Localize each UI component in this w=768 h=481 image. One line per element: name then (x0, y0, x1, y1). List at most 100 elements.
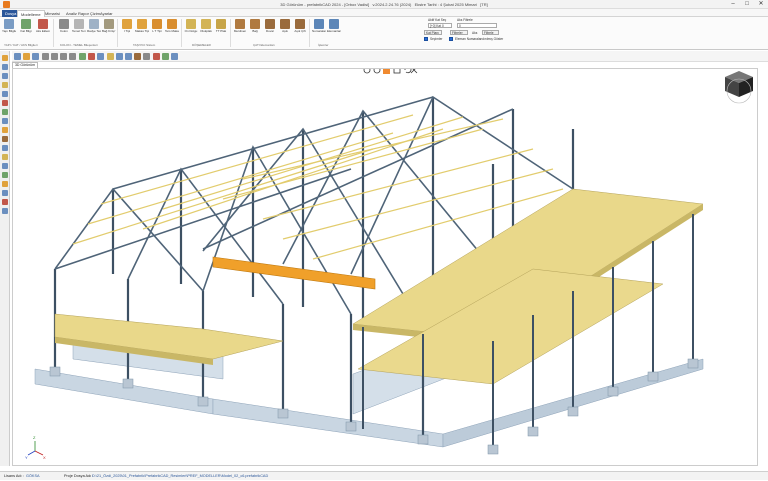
label-visibility-icon[interactable] (171, 53, 178, 60)
stair-tool-icon[interactable] (2, 145, 8, 151)
text-tool-icon[interactable] (2, 181, 8, 187)
close-button[interactable]: ✕ (754, 0, 768, 9)
ribbon-btn-i-tipi[interactable]: I Tipi (120, 19, 134, 39)
measure-tool-icon[interactable] (2, 163, 8, 169)
truss-tool-icon[interactable] (2, 91, 8, 97)
selected-checkbox[interactable] (424, 37, 428, 41)
select-tool-icon[interactable] (2, 55, 8, 61)
building-icon (4, 19, 14, 29)
group-separator (117, 19, 118, 47)
slab-visibility-icon[interactable] (107, 53, 114, 60)
ribbon-btn-olukplak[interactable]: Olukplak (199, 19, 213, 39)
section-tool-icon[interactable] (2, 199, 8, 205)
ribbon-btn-yapi-bilgileri[interactable]: Yapı Bilgileri (2, 19, 16, 39)
group-label-tasiyici: TAŞIYICI Sistem (133, 43, 156, 47)
new-icon[interactable] (14, 53, 21, 60)
beam-visibility-icon[interactable] (125, 53, 132, 60)
zoom-in-icon[interactable] (363, 69, 371, 74)
group-label-yapi: YAPI / KAT / AKS Bilgileri (4, 43, 38, 47)
ribbon-btn-elemanlari-degistir[interactable]: Elemanları Değiştir (327, 19, 341, 39)
zoom-out-icon[interactable] (373, 69, 381, 74)
filters-button[interactable]: Filtreler (450, 30, 468, 35)
ribbon-btn-bag-kirisi[interactable]: Bağ Kirişi Temeli (102, 19, 116, 39)
floor-select[interactable]: [+0] Kat 0 (428, 23, 452, 28)
ribbon-btn-makas-tipi[interactable]: Makas Tipi (135, 19, 149, 39)
floor-plan-button[interactable]: Kat Planı (424, 30, 442, 35)
floor-select-label: Aktif Kat Seç (428, 18, 447, 22)
tie-icon (250, 19, 260, 29)
selected-checkbox-label: Seçimler (430, 37, 443, 41)
render-icon[interactable] (79, 53, 86, 60)
axis-indicator: Z X Y (25, 435, 46, 460)
infill-icon (186, 19, 196, 29)
tab-ayarlar[interactable]: Ayarlar (97, 10, 116, 17)
edit-tool-icon[interactable] (2, 127, 8, 133)
tab-mimarisi[interactable]: Mimarisi (42, 10, 63, 17)
view-side-icon[interactable] (51, 53, 58, 60)
shaded-icon[interactable] (97, 53, 104, 60)
structure-3d-model[interactable]: Z X Y (13, 69, 758, 466)
ribbon-btn-asik-cift[interactable]: Aşık Çift (293, 19, 307, 39)
layer-tool-icon[interactable] (2, 208, 8, 214)
viewport-3d[interactable]: Z X Y (12, 68, 758, 466)
license-info: Ekstre Tarihi : 4 Şubat 2025 Mimari (414, 2, 477, 7)
panel-tool-icon[interactable] (2, 154, 8, 160)
ribbon-btn-on-dolgu[interactable]: Ön Dolgu (184, 19, 198, 39)
ribbon-btn-radye[interactable]: Radye Temeli (87, 19, 101, 39)
minimize-button[interactable]: – (726, 0, 740, 9)
zoom-extents-icon[interactable] (393, 69, 401, 74)
ribbon-btn-lt-tipi[interactable]: L T Tipi (150, 19, 164, 39)
dimension-visibility-icon[interactable] (153, 53, 160, 60)
zoom-window-icon[interactable] (383, 69, 390, 74)
ribbon: Yapı Bilgileri Kat Bilgi Aks Ekleme Kolo… (0, 17, 768, 50)
purlin-double-icon (295, 19, 305, 29)
column-visibility-icon[interactable] (116, 53, 123, 60)
wall-tool-icon[interactable] (2, 136, 8, 142)
ribbon-btn-kat-bilgi[interactable]: Kat Bilgi (19, 19, 33, 39)
status-bar: Lisans Adı : GÖKSA Proje Dosya Adı : D:\… (0, 471, 768, 480)
left-toolbar (0, 51, 10, 466)
raft-icon (89, 19, 99, 29)
numbered-checkbox-label: Eleman Numaralandırılmış Göster (455, 37, 504, 41)
fullscreen-icon[interactable] (410, 69, 418, 74)
ribbon-btn-duvar[interactable]: Duvar (263, 19, 277, 39)
axis-x-label: X (43, 455, 46, 460)
move-tool-icon[interactable] (2, 118, 8, 124)
wireframe-icon[interactable] (88, 53, 95, 60)
numbered-checkbox[interactable] (449, 37, 453, 41)
ribbon-btn-kolon[interactable]: Kolon (57, 19, 71, 39)
axis-visibility-icon[interactable] (162, 53, 169, 60)
column-tool-icon[interactable] (2, 64, 8, 70)
group-label-cati: ÇATI Elemanları (253, 43, 275, 47)
foundation-visibility-icon[interactable] (143, 53, 150, 60)
slab-tool-icon[interactable] (2, 82, 8, 88)
view-iso-icon[interactable] (69, 53, 76, 60)
beam-tool-icon[interactable] (2, 73, 8, 79)
axis-button[interactable]: Aks (472, 31, 477, 35)
grid-tool-icon[interactable] (2, 190, 8, 196)
open-icon[interactable] (23, 53, 30, 60)
ribbon-btn-tt-plak[interactable]: TT Plak (214, 19, 228, 39)
copy-tool-icon[interactable] (2, 109, 8, 115)
ribbon-btn-numaralandir[interactable]: Numaralandır (312, 19, 326, 39)
ribbon-btn-bag[interactable]: Bağ (248, 19, 262, 39)
view-top-icon[interactable] (60, 53, 67, 60)
axis-filter-select[interactable]: 0 (457, 23, 497, 28)
filter-apply-button[interactable]: Filtrele (482, 30, 499, 35)
wall-visibility-icon[interactable] (134, 53, 141, 60)
save-icon[interactable] (32, 53, 39, 60)
dimension-tool-icon[interactable] (2, 172, 8, 178)
delete-tool-icon[interactable] (2, 100, 8, 106)
ribbon-btn-aks-ekleme[interactable]: Aks Ekleme (36, 19, 50, 39)
tab-modelleme[interactable]: Modelleme (17, 10, 45, 17)
ribbon-btn-asik[interactable]: Aşık (278, 19, 292, 39)
view-cube[interactable] (725, 71, 753, 104)
ribbon-btn-merdiven[interactable]: Merdiven (233, 19, 247, 39)
maximize-button[interactable]: □ (740, 0, 754, 9)
ribbon-btn-ters-makas[interactable]: Ters Makas Kirişi (165, 19, 179, 39)
view-front-icon[interactable] (42, 53, 49, 60)
wall-icon (265, 19, 275, 29)
rotate-icon[interactable] (404, 69, 412, 74)
ribbon-btn-temel[interactable]: Temel Temeli (72, 19, 86, 39)
inverted-truss-icon (167, 19, 177, 29)
